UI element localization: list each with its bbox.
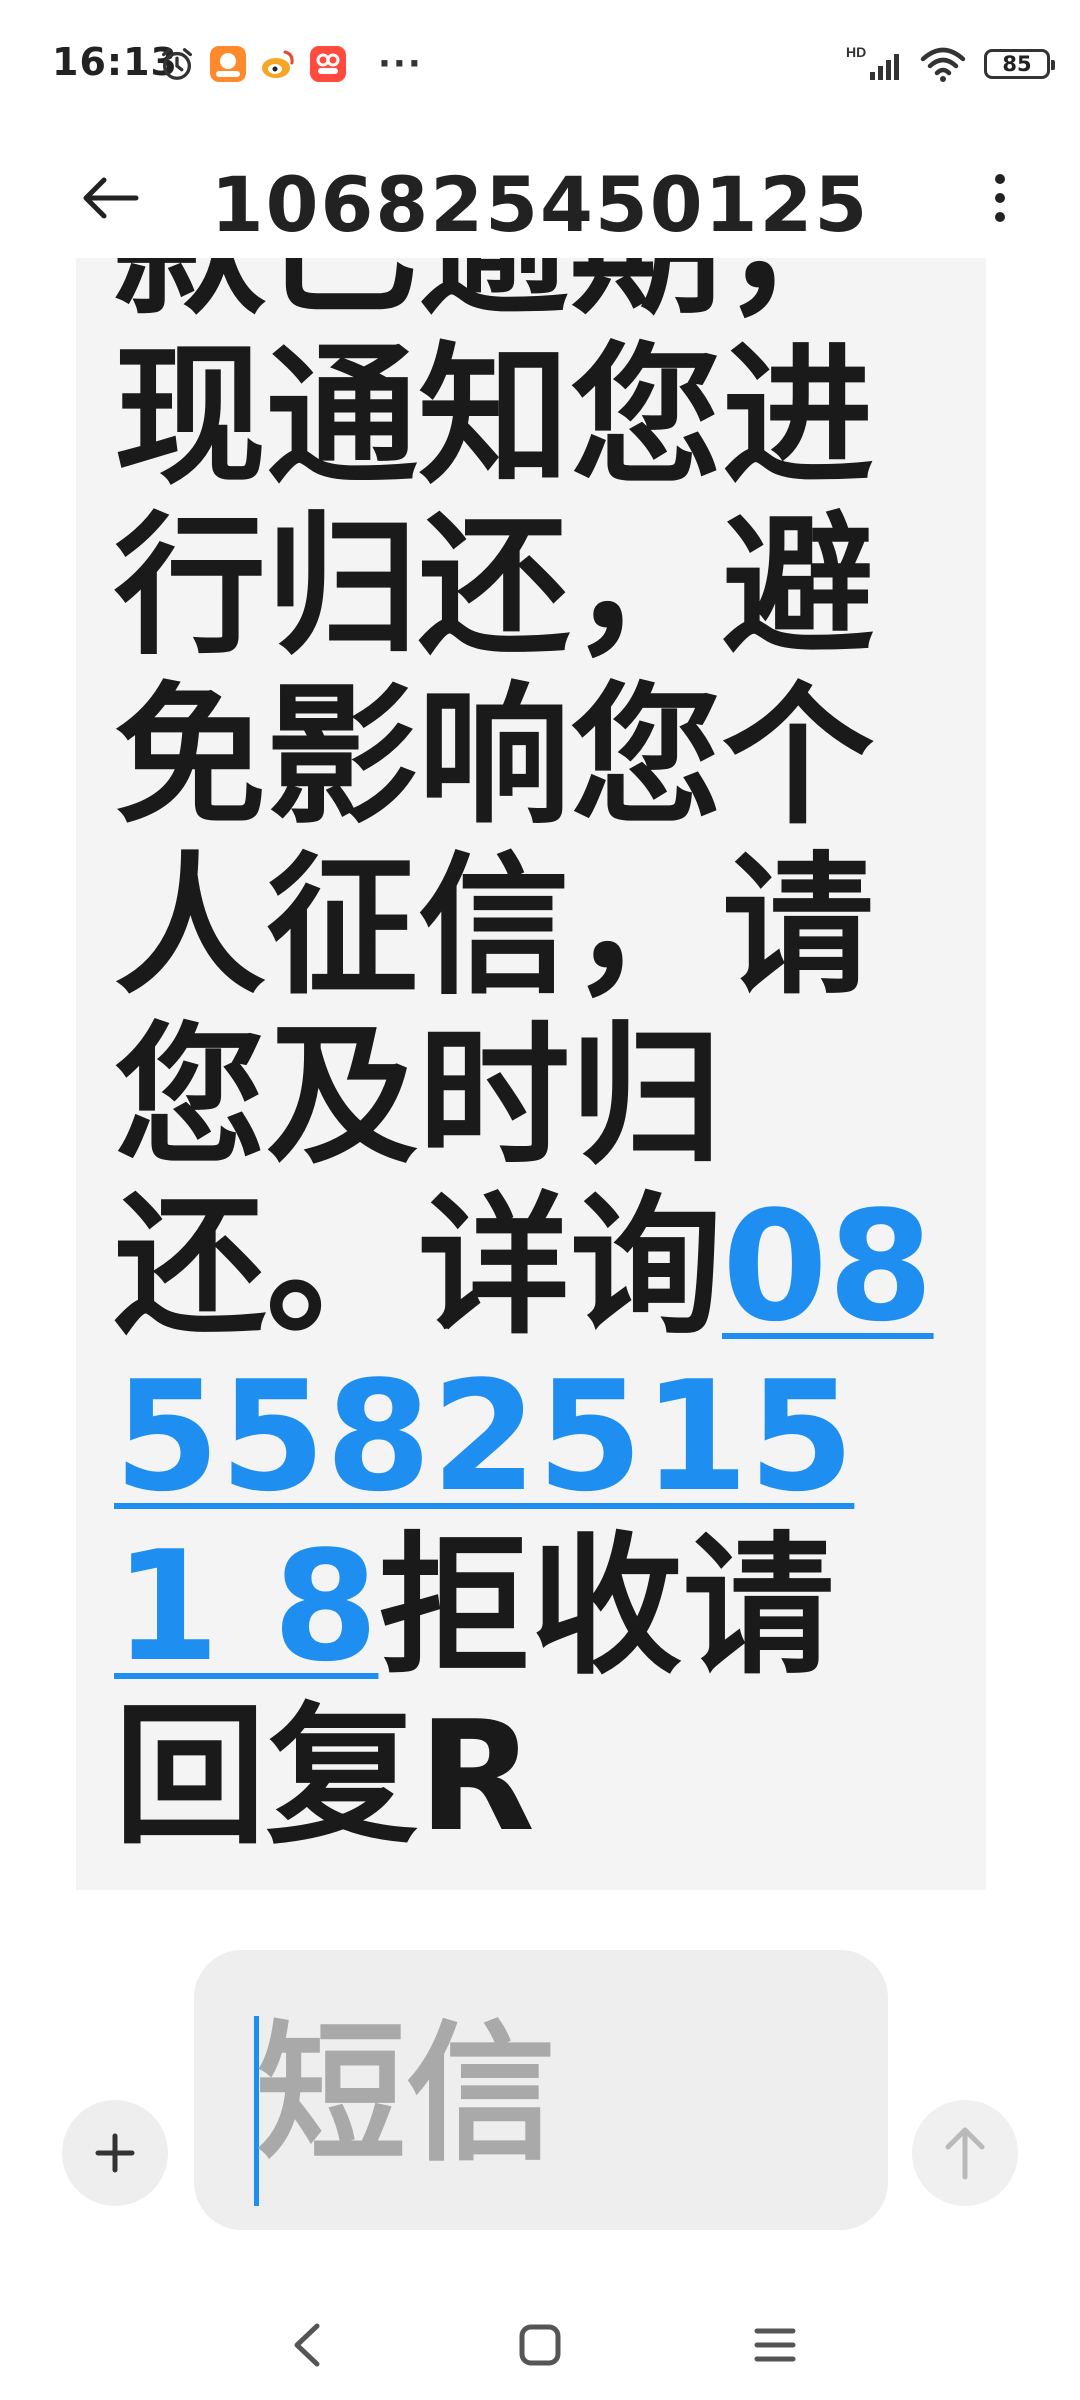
message-input[interactable]: 短信	[194, 1950, 888, 2230]
attach-button[interactable]	[62, 2100, 168, 2206]
app-icon-orange	[210, 46, 246, 82]
recents-menu-icon	[754, 2328, 796, 2362]
system-navigation-bar	[0, 2290, 1080, 2400]
alarm-icon	[162, 48, 192, 80]
nav-back-button[interactable]	[262, 2300, 352, 2390]
more-vert-icon	[995, 174, 1005, 222]
message-text: 款已逾期，现通知您进行归还，避免影响您个人征信，请您及时归还。详询0855825…	[114, 258, 954, 1862]
send-button[interactable]	[912, 2100, 1018, 2206]
status-bar: 16:13 ··· HD 85	[0, 0, 1080, 130]
conversation-header: 106825450125	[0, 130, 1080, 260]
more-options-button[interactable]	[960, 158, 1040, 238]
home-square-icon	[519, 2324, 561, 2366]
battery-icon: 85	[984, 49, 1055, 79]
sms-conversation-screen: 16:13 ··· HD 85 106825450125 现通知您进行归还，避免…	[0, 0, 1080, 2400]
more-notifications-indicator: ···	[378, 44, 423, 84]
message-list[interactable]: 款已逾期，现通知您进行归还，避免影响您个人征信，请您及时归还。详询0855825…	[0, 258, 1080, 1890]
conversation-title: 106825450125	[210, 160, 870, 249]
nav-recents-button[interactable]	[730, 2300, 820, 2390]
message-composer: 短信	[0, 1930, 1080, 2260]
system-icons: HD 85	[846, 44, 1055, 84]
app-icon-red	[310, 46, 346, 82]
input-placeholder: 短信	[256, 2008, 557, 2182]
weibo-icon	[260, 46, 296, 82]
signal-icon: HD	[846, 44, 899, 80]
nav-home-button[interactable]	[495, 2300, 585, 2390]
message-bubble[interactable]: 款已逾期，现通知您进行归还，避免影响您个人征信，请您及时归还。详询0855825…	[76, 258, 986, 1890]
notification-icons: ···	[158, 42, 423, 86]
arrow-up-icon	[945, 2127, 985, 2180]
back-chevron-icon	[294, 2323, 320, 2367]
wifi-icon	[920, 47, 966, 82]
plus-icon	[95, 2133, 135, 2173]
network-label: HD	[846, 44, 866, 60]
battery-level: 85	[1002, 52, 1032, 76]
